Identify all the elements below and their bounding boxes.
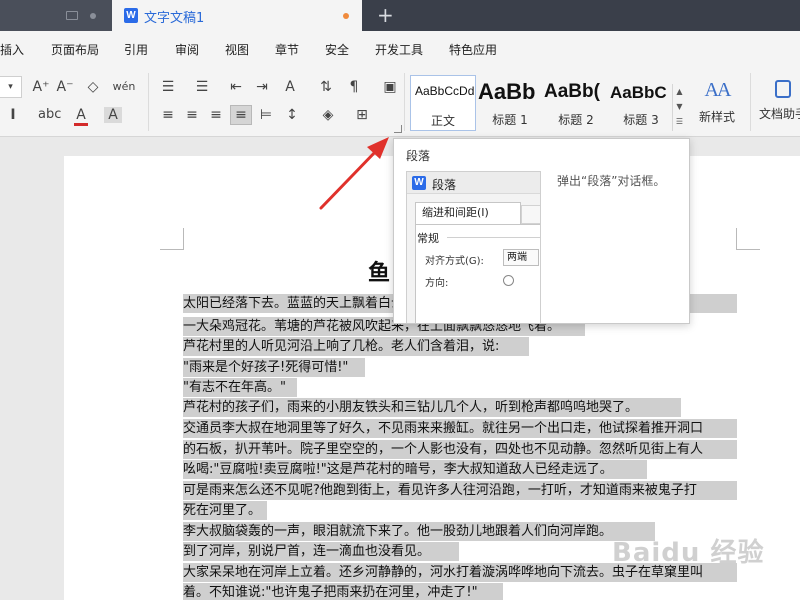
watermark: Baidu 经验 <box>612 538 765 568</box>
annotation-arrow-icon <box>319 137 389 210</box>
